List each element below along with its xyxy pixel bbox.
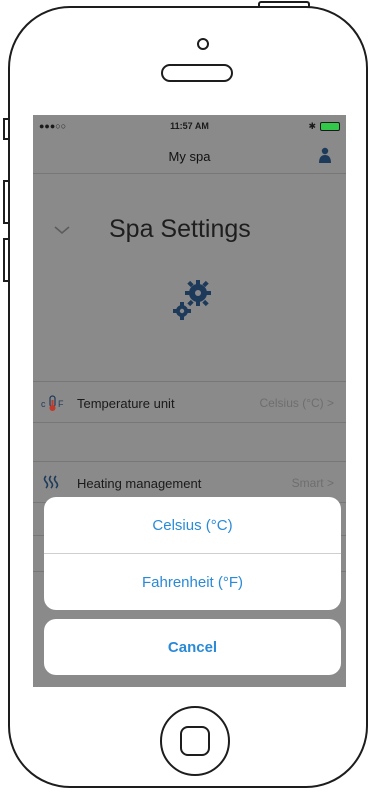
home-button-square: [180, 726, 210, 756]
temperature-unit-row[interactable]: c F Temperature unit Celsius (°C) >: [33, 381, 346, 423]
gears-icon: [173, 280, 211, 320]
status-bar: ●●●○○ 11:57 AM ✱: [33, 115, 346, 137]
navigation-bar: My spa: [33, 137, 346, 174]
heat-waves-icon: [43, 475, 59, 489]
page-title: Spa Settings: [109, 215, 251, 243]
heating-management-value: Smart >: [291, 476, 334, 490]
status-right: ✱: [308, 121, 340, 132]
temperature-unit-value: Celsius (°C) >: [259, 396, 334, 410]
earpiece-speaker: [161, 64, 233, 82]
cancel-sheet: Cancel: [44, 619, 341, 675]
action-sheet: Celsius (°C) Fahrenheit (°F): [44, 497, 341, 610]
svg-text:F: F: [58, 399, 64, 409]
svg-text:c: c: [41, 399, 46, 409]
front-camera: [197, 38, 209, 50]
heating-management-label: Heating management: [77, 476, 202, 491]
nav-title: My spa: [168, 149, 211, 164]
status-time: 11:57 AM: [170, 121, 209, 131]
chevron-down-icon[interactable]: [53, 221, 71, 239]
person-icon[interactable]: [318, 147, 332, 163]
battery-icon: [320, 122, 340, 131]
app-screen: ●●●○○ 11:57 AM ✱ My spa Spa Settings c F…: [33, 115, 346, 687]
bluetooth-icon: ✱: [308, 121, 316, 131]
temperature-unit-label: Temperature unit: [77, 396, 175, 411]
cancel-button[interactable]: Cancel: [44, 619, 341, 675]
thermometer-cf-icon: c F: [41, 395, 64, 411]
option-fahrenheit[interactable]: Fahrenheit (°F): [44, 554, 341, 610]
option-celsius[interactable]: Celsius (°C): [44, 497, 341, 553]
home-button[interactable]: [160, 706, 230, 776]
